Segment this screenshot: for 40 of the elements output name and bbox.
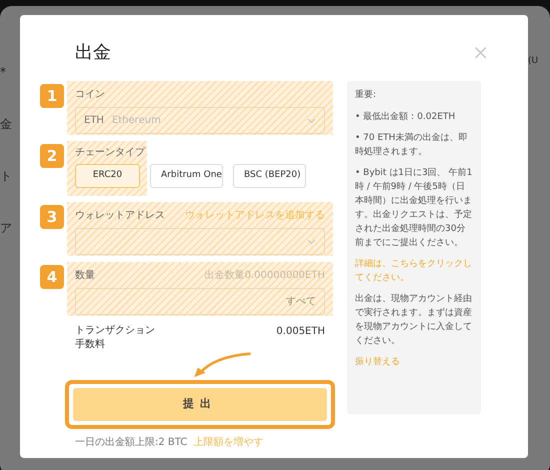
step-number-badge: 1 (40, 84, 64, 108)
step-number-badge: 3 (40, 205, 64, 229)
chain-option[interactable]: Arbitrum One (150, 164, 223, 188)
notice-text: • 70 ETH未満の出金は、即時処理されます。 (355, 132, 468, 158)
coin-select[interactable]: ETH Ethereum (75, 107, 325, 134)
background-text: 金 (0, 118, 12, 130)
fee-label: 手数料 (75, 338, 106, 352)
chevron-down-icon (307, 238, 316, 244)
chain-option[interactable]: BSC (BEP20) (233, 164, 306, 188)
daily-limit-text: 一日の出金額上限:2 BTC (75, 436, 188, 450)
background-text: ア (0, 222, 12, 234)
chevron-down-icon (307, 118, 316, 124)
notice-text: 出金は、現物アカウント経由で実行されます。まずは資産を現物アカウントに入金してください。 (355, 292, 473, 348)
coin-name: Ethereum (112, 114, 161, 128)
coin-code: ETH (84, 114, 104, 128)
increase-limit-link[interactable]: 上限額を増やす (193, 435, 264, 450)
notice-text: • Bybit は1日に3回、 午前1時 / 午前9時 / 午後5時（日本時間）に出金処理を行います。出金リクエストは、予定された出金処理時間の30分前までにご提出ください。 (355, 166, 473, 250)
amount-hint: 出金数量0.00000000ETH (204, 268, 325, 283)
amount-input[interactable]: すべて (75, 288, 325, 315)
address-select[interactable] (75, 228, 325, 255)
background-text: (U (528, 56, 538, 66)
notice-link[interactable]: 詳細は、こちらをクリックしてください。 (355, 256, 473, 284)
fee-label: トランザクション (75, 324, 155, 338)
field-label: チェーンタイプ (75, 146, 146, 160)
field-label: ウォレットアドレス (75, 209, 165, 223)
field-label: 数量 (75, 269, 95, 283)
notice-heading: 重要: (355, 89, 378, 102)
step-number-badge: 2 (40, 144, 64, 168)
notice-text: • 最低出金額：0.02ETH (355, 110, 456, 124)
background-text: * (0, 66, 6, 78)
step-number-badge: 4 (40, 265, 64, 289)
field-label: コイン (75, 88, 105, 102)
submit-button[interactable]: 提出 (73, 388, 327, 421)
background-text: ト (0, 170, 12, 182)
fee-value: 0.005ETH (276, 325, 325, 339)
add-address-link[interactable]: ウォレットアドレスを追加する (185, 208, 325, 223)
chain-option[interactable]: ERC20 (75, 164, 140, 188)
notice-link[interactable]: 振り替える (355, 354, 473, 368)
close-button[interactable]: × (472, 42, 489, 62)
dialog-title: 出金 (75, 40, 111, 64)
